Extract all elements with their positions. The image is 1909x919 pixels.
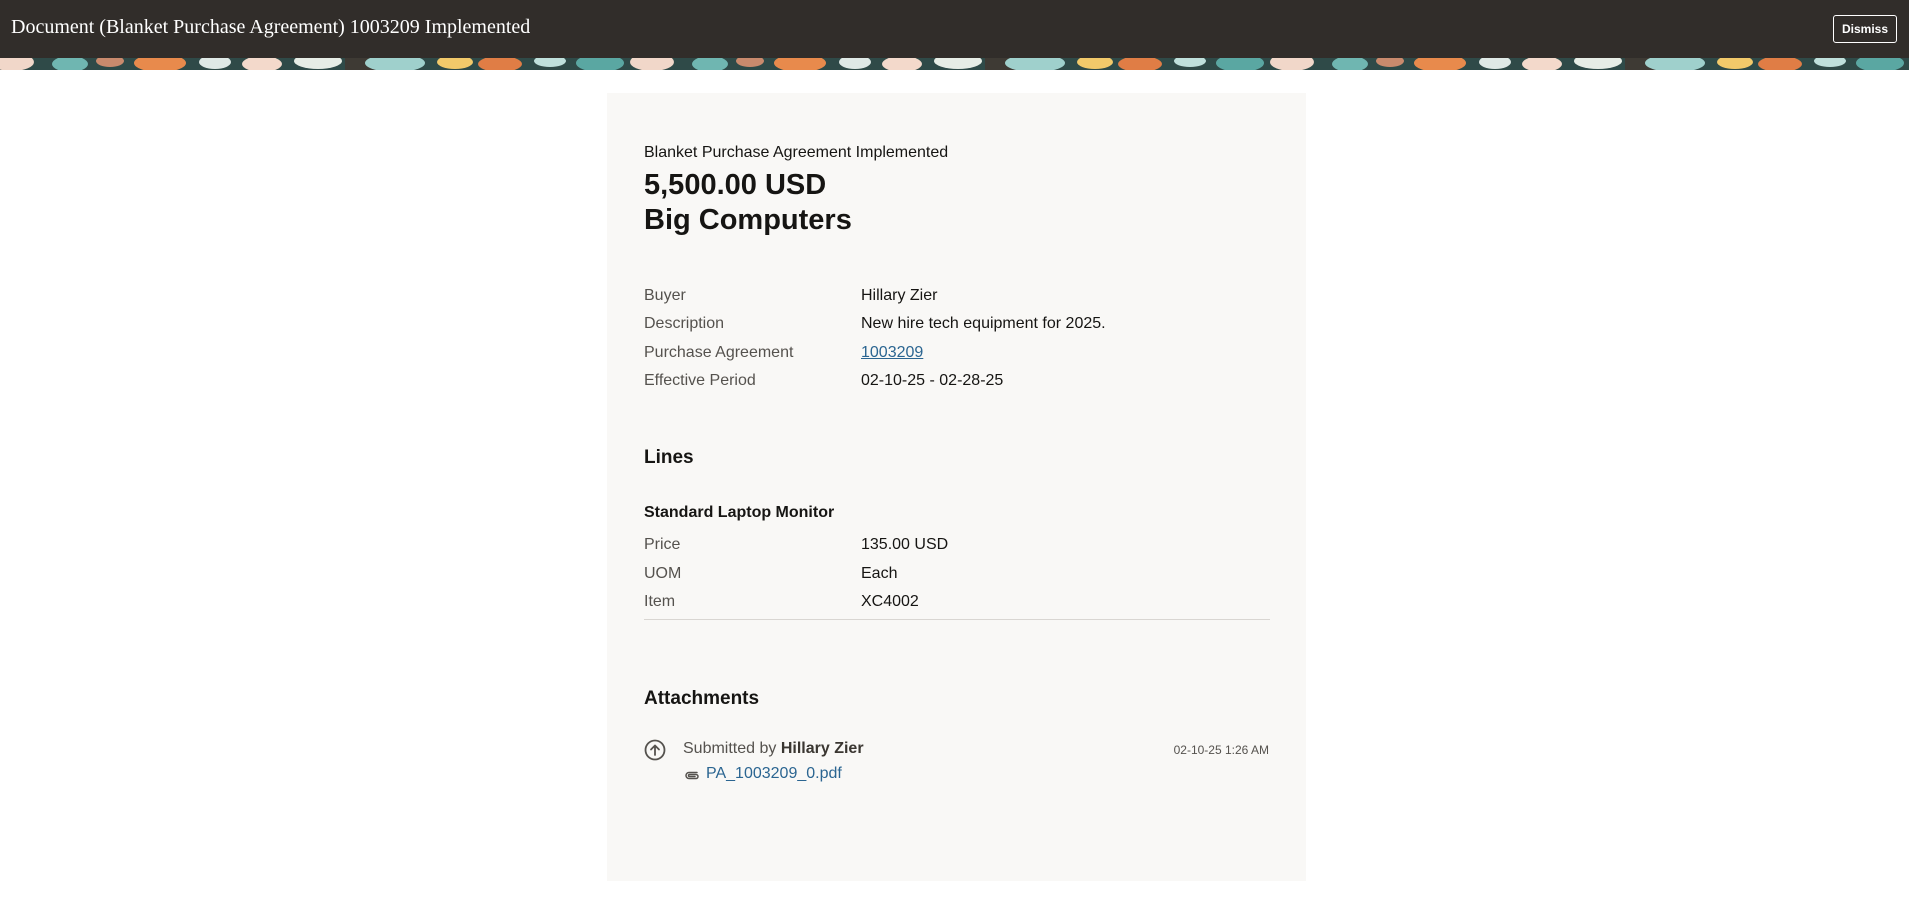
submitted-by-text: Submitted by Hillary Zier <box>683 740 864 758</box>
price-value: 135.00 USD <box>861 536 949 553</box>
purchase-agreement-label: Purchase Agreement <box>644 344 794 361</box>
submitted-by-prefix: Submitted by <box>683 740 777 757</box>
effective-period-value: 02-10-25 - 02-28-25 <box>861 372 1004 389</box>
attachments-heading: Attachments <box>644 688 760 709</box>
attachment-file-link[interactable]: PA_1003209_0.pdf <box>706 765 842 783</box>
line-item-name: Standard Laptop Monitor <box>644 504 835 521</box>
effective-period-label: Effective Period <box>644 372 756 389</box>
submitted-timestamp: 02-10-25 1:26 AM <box>1173 743 1269 757</box>
dismiss-button[interactable]: Dismiss <box>1832 15 1897 43</box>
price-label: Price <box>644 536 681 553</box>
paperclip-icon <box>685 771 699 780</box>
item-value: XC4002 <box>861 593 919 610</box>
lines-heading: Lines <box>644 447 694 468</box>
agreement-amount: 5,500.00 USD <box>644 169 827 201</box>
uom-value: Each <box>861 565 898 582</box>
decorative-banner <box>0 58 1909 70</box>
item-label: Item <box>644 593 676 610</box>
notification-header: Document (Blanket Purchase Agreement) 10… <box>0 0 1909 58</box>
description-label: Description <box>644 315 725 332</box>
buyer-value: Hillary Zier <box>861 287 938 304</box>
status-text: Blanket Purchase Agreement Implemented <box>644 144 949 161</box>
agreement-card: Blanket Purchase Agreement Implemented 5… <box>607 93 1306 881</box>
page-title: Document (Blanket Purchase Agreement) 10… <box>11 16 531 38</box>
uom-label: UOM <box>644 565 682 582</box>
supplier-name: Big Computers <box>644 204 852 236</box>
purchase-agreement-link[interactable]: 1003209 <box>861 344 923 362</box>
description-value: New hire tech equipment for 2025. <box>861 315 1106 332</box>
submitter-name: Hillary Zier <box>780 740 864 757</box>
upload-circle-icon <box>644 739 666 761</box>
lines-divider <box>644 619 1270 620</box>
buyer-label: Buyer <box>644 287 686 304</box>
